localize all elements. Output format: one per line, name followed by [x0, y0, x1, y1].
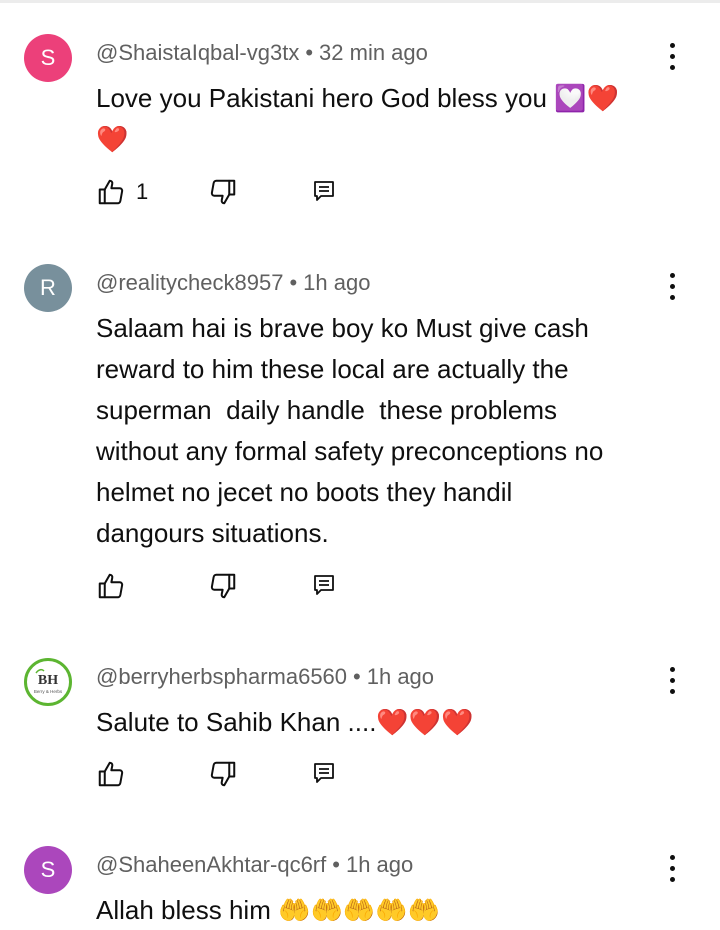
- comment-text: Salute to Sahib Khan ....❤️❤️❤️: [96, 707, 474, 737]
- comment-actions: [96, 568, 356, 604]
- berry-herbs-logo: BH Berry & Herbs: [27, 661, 69, 703]
- meta-separator: •: [332, 852, 340, 877]
- thumb-down-icon: [210, 573, 236, 599]
- comment-time[interactable]: 1h ago: [346, 852, 413, 877]
- like-button[interactable]: 1: [96, 174, 148, 210]
- avatar[interactable]: R: [24, 264, 72, 312]
- comment-meta: @berryherbspharma6560 • 1h ago: [96, 664, 434, 690]
- thumb-up-icon: [98, 179, 124, 205]
- reply-comment-icon: [314, 763, 334, 783]
- comment-meta: @ShaistaIqbal-vg3tx • 32 min ago: [96, 40, 428, 66]
- like-button[interactable]: [96, 568, 136, 604]
- like-count: 1: [136, 179, 149, 204]
- avatar[interactable]: S: [24, 34, 72, 82]
- more-vert-icon[interactable]: [660, 266, 684, 306]
- comment-meta: @ShaheenAkhtar-qc6rf • 1h ago: [96, 852, 413, 878]
- top-divider: [0, 0, 720, 3]
- comment-actions: [96, 756, 356, 792]
- more-vert-icon[interactable]: [660, 848, 684, 888]
- comment-time[interactable]: 1h ago: [303, 270, 370, 295]
- comment-meta: @realitycheck8957 • 1h ago: [96, 270, 370, 296]
- author-name[interactable]: @ShaistaIqbal-vg3tx: [96, 40, 299, 65]
- comment-text: Love you Pakistani hero God bless you 💟❤…: [96, 83, 619, 154]
- author-name[interactable]: @realitycheck8957: [96, 270, 283, 295]
- author-name[interactable]: @berryherbspharma6560: [96, 664, 347, 689]
- meta-separator: •: [353, 664, 361, 689]
- more-vert-icon[interactable]: [660, 36, 684, 76]
- comment-actions: 1: [96, 174, 356, 210]
- thumb-up-icon: [98, 761, 124, 787]
- thumb-down-icon: [210, 761, 236, 787]
- comment-text: Allah bless him 🤲🤲🤲🤲🤲: [96, 895, 440, 925]
- reply-comment-icon: [314, 575, 334, 595]
- avatar[interactable]: S: [24, 846, 72, 894]
- comments-page: S @ShaistaIqbal-vg3tx • 32 min ago Love yo…: [0, 0, 720, 930]
- thumb-down-icon: [210, 179, 236, 205]
- avatar[interactable]: BH Berry & Herbs: [24, 658, 72, 706]
- author-name[interactable]: @ShaheenAkhtar-qc6rf: [96, 852, 326, 877]
- dislike-button[interactable]: [208, 756, 238, 792]
- comment-time[interactable]: 32 min ago: [319, 40, 428, 65]
- dislike-button[interactable]: [208, 174, 238, 210]
- reply-button[interactable]: [312, 174, 336, 210]
- reply-button[interactable]: [312, 568, 336, 604]
- thumb-up-icon: [98, 573, 124, 599]
- more-vert-icon[interactable]: [660, 660, 684, 700]
- meta-separator: •: [305, 40, 314, 65]
- meta-separator: •: [289, 270, 298, 295]
- logo-mark: BH: [38, 673, 58, 688]
- reply-button[interactable]: [312, 756, 336, 792]
- comment-time[interactable]: 1h ago: [367, 664, 434, 689]
- reply-comment-icon: [314, 181, 334, 201]
- like-button[interactable]: [96, 756, 136, 792]
- dislike-button[interactable]: [208, 568, 238, 604]
- logo-caption: Berry & Herbs: [34, 689, 63, 694]
- comment-text: Salaam hai is brave boy ko Must give cas…: [96, 313, 604, 548]
